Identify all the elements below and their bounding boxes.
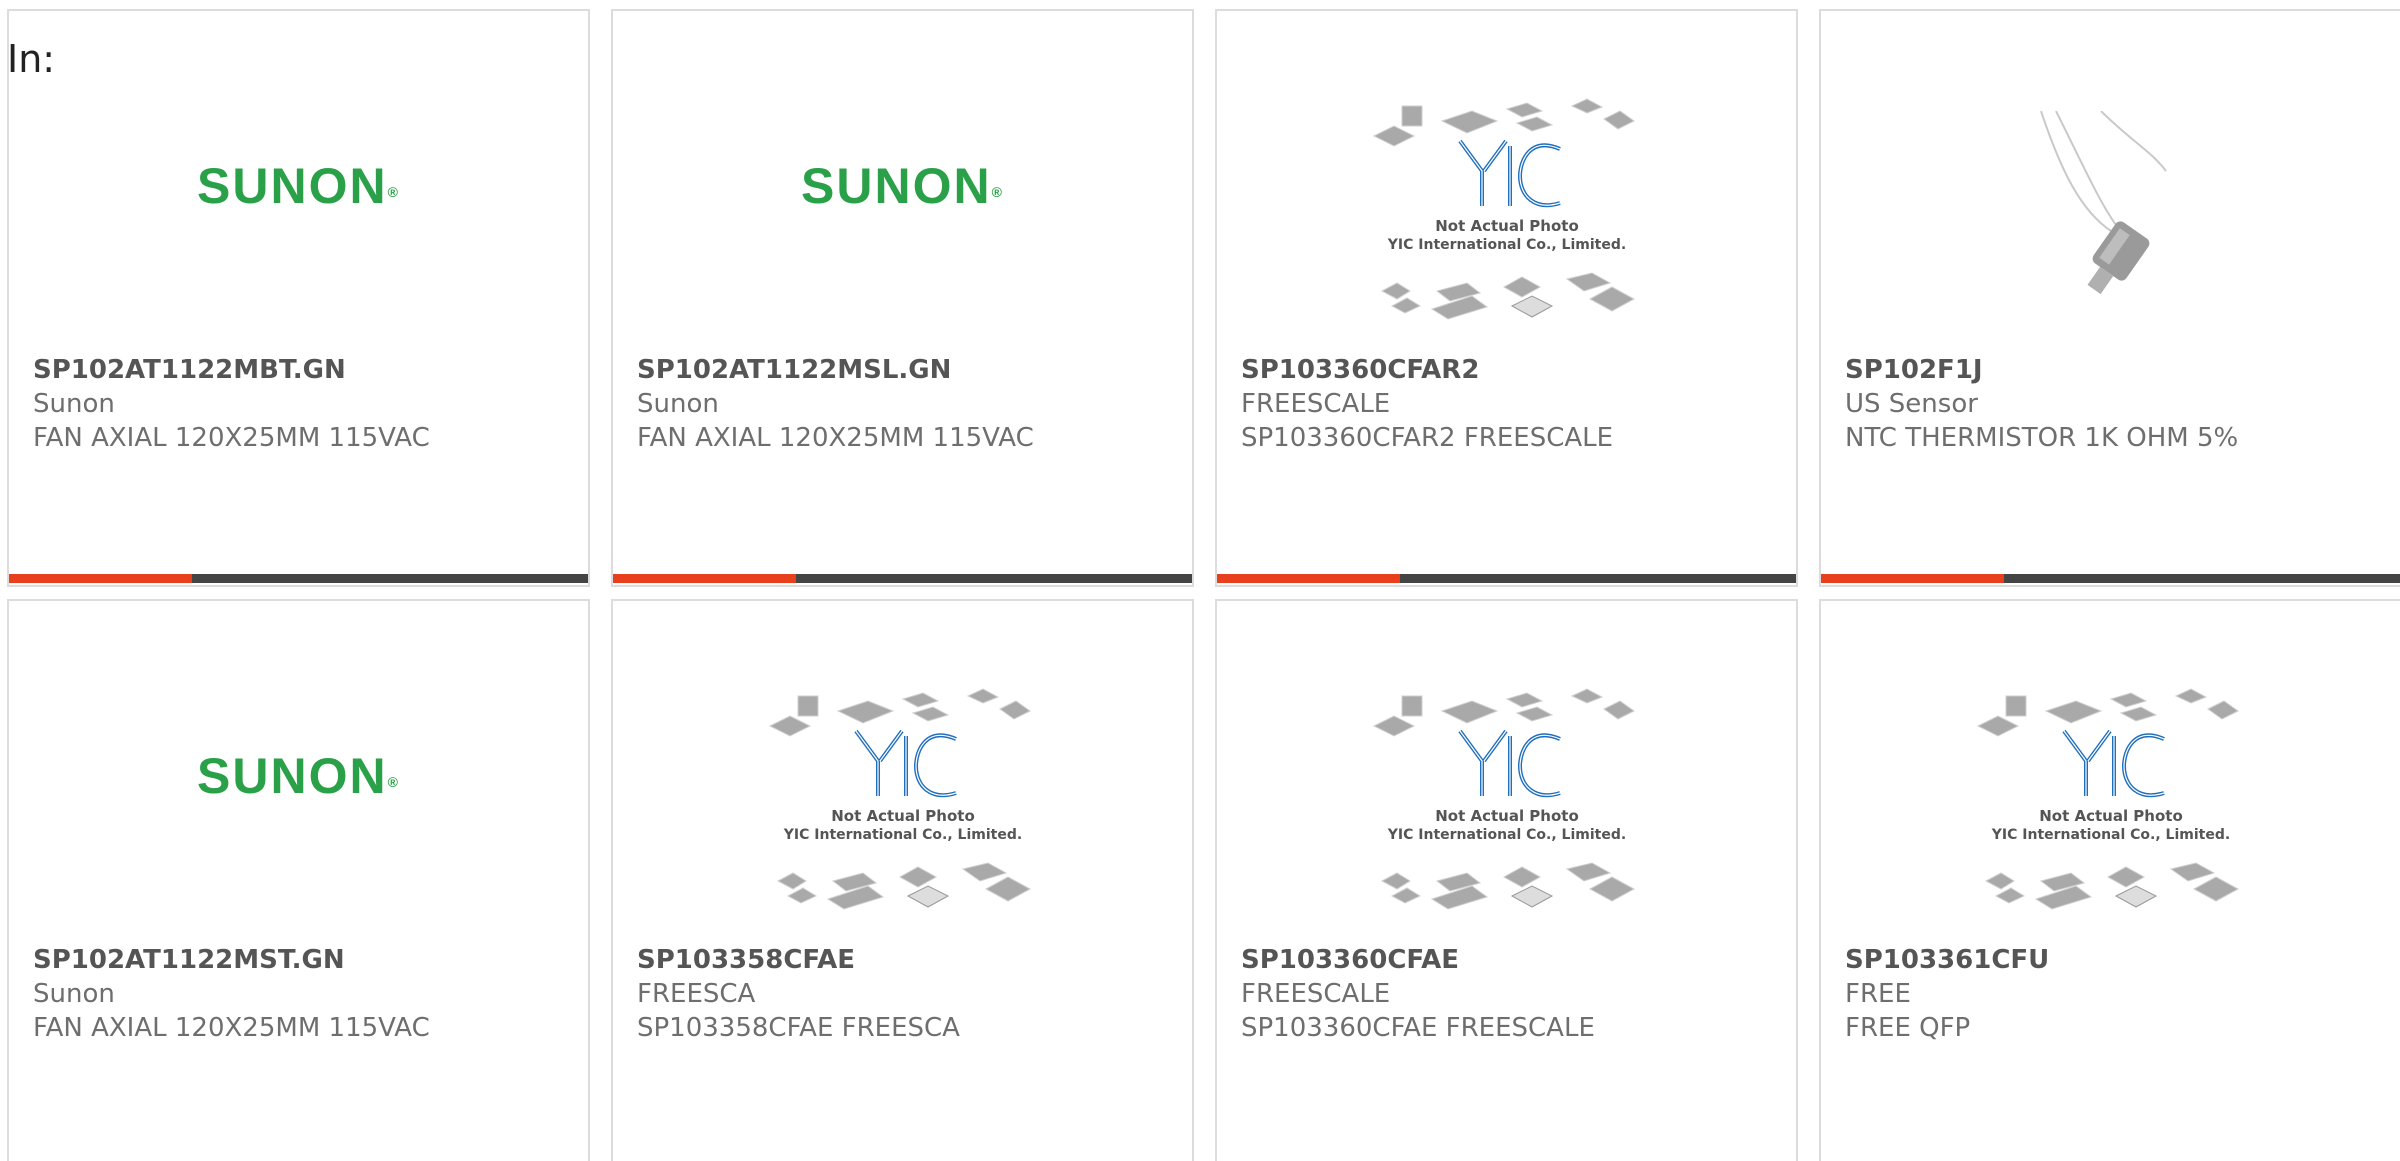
sunon-logo: SUNON® <box>197 748 400 804</box>
card-accent-bar <box>9 574 192 583</box>
manufacturer: FREESCALE <box>1241 979 1391 1009</box>
product-image[interactable]: Not Actual Photo YIC International Co., … <box>1217 71 1796 351</box>
product-card[interactable]: SUNON® SP102AT1122MBT.GN Sunon FAN AXIAL… <box>7 9 590 587</box>
manufacturer: Sunon <box>637 389 719 419</box>
product-card[interactable]: Not Actual Photo YIC International Co., … <box>1819 599 2400 1161</box>
product-image[interactable] <box>1821 71 2400 351</box>
placeholder-line2: YIC International Co., Limited. <box>1386 237 1625 253</box>
description: FAN AXIAL 120X25MM 115VAC <box>33 1013 430 1043</box>
placeholder-line2: YIC International Co., Limited. <box>782 827 1021 843</box>
yic-placeholder-image: Not Actual Photo YIC International Co., … <box>1372 98 1635 320</box>
product-info: SP102F1J US Sensor NTC THERMISTOR 1K OHM… <box>1845 353 2380 455</box>
part-number[interactable]: SP103358CFAE <box>637 943 1172 977</box>
product-image[interactable]: Not Actual Photo YIC International Co., … <box>1821 661 2400 941</box>
manufacturer: Sunon <box>33 979 115 1009</box>
product-card[interactable]: SUNON® SP102AT1122MST.GN Sunon FAN AXIAL… <box>7 599 590 1161</box>
manufacturer: FREESCALE <box>1241 389 1391 419</box>
product-card[interactable]: Not Actual Photo YIC International Co., … <box>611 599 1194 1161</box>
product-card[interactable]: Not Actual Photo YIC International Co., … <box>1215 599 1798 1161</box>
placeholder-line1: Not Actual Photo <box>1435 807 1579 825</box>
placeholder-line2: YIC International Co., Limited. <box>1386 827 1625 843</box>
description: NTC THERMISTOR 1K OHM 5% <box>1845 423 2239 453</box>
product-info: SP102AT1122MBT.GN Sunon FAN AXIAL 120X25… <box>33 353 568 455</box>
in-label: In: <box>7 37 56 81</box>
manufacturer: Sunon <box>33 389 115 419</box>
yic-placeholder-image: Not Actual Photo YIC International Co., … <box>1976 688 2239 910</box>
description: SP103358CFAE FREESCA <box>637 1013 960 1043</box>
description: FREE QFP <box>1845 1013 1971 1043</box>
description: SP103360CFAR2 FREESCALE <box>1241 423 1614 453</box>
product-info: SP103360CFAE FREESCALE SP103360CFAE FREE… <box>1241 943 1776 1045</box>
product-image[interactable]: SUNON® <box>9 661 588 941</box>
product-image[interactable]: Not Actual Photo YIC International Co., … <box>613 661 1192 941</box>
description: SP103360CFAE FREESCALE <box>1241 1013 1595 1043</box>
product-info: SP102AT1122MSL.GN Sunon FAN AXIAL 120X25… <box>637 353 1172 455</box>
part-number[interactable]: SP102AT1122MSL.GN <box>637 353 1172 387</box>
card-accent-bar <box>1821 574 2004 583</box>
part-number[interactable]: SP102F1J <box>1845 353 2380 387</box>
part-number[interactable]: SP103360CFAE <box>1241 943 1776 977</box>
part-number[interactable]: SP102AT1122MBT.GN <box>33 353 568 387</box>
placeholder-line1: Not Actual Photo <box>2039 807 2183 825</box>
description: FAN AXIAL 120X25MM 115VAC <box>637 423 1034 453</box>
placeholder-line1: Not Actual Photo <box>831 807 975 825</box>
product-grid-page: In: SUNON® SP102AT1122MBT.GN Sunon FAN A… <box>0 0 2400 1161</box>
part-number[interactable]: SP102AT1122MST.GN <box>33 943 568 977</box>
card-accent-bar <box>1217 574 1400 583</box>
product-image[interactable]: SUNON® <box>613 71 1192 351</box>
product-card[interactable]: SP102F1J US Sensor NTC THERMISTOR 1K OHM… <box>1819 9 2400 587</box>
card-bottom-bar <box>613 574 1192 583</box>
yic-placeholder-image: Not Actual Photo YIC International Co., … <box>768 688 1031 910</box>
sunon-logo: SUNON® <box>197 158 400 214</box>
part-number[interactable]: SP103360CFAR2 <box>1241 353 1776 387</box>
card-bottom-bar <box>1821 574 2400 583</box>
thermistor-image <box>2039 111 2167 295</box>
product-card[interactable]: SUNON® SP102AT1122MSL.GN Sunon FAN AXIAL… <box>611 9 1194 587</box>
product-info: SP103358CFAE FREESCA SP103358CFAE FREESC… <box>637 943 1172 1045</box>
sunon-logo: SUNON® <box>801 158 1004 214</box>
placeholder-line2: YIC International Co., Limited. <box>1990 827 2229 843</box>
placeholder-line1: Not Actual Photo <box>1435 217 1579 235</box>
yic-placeholder-image: Not Actual Photo YIC International Co., … <box>1372 688 1635 910</box>
manufacturer: FREESCA <box>637 979 756 1009</box>
product-card[interactable]: Not Actual Photo YIC International Co., … <box>1215 9 1798 587</box>
product-image[interactable]: Not Actual Photo YIC International Co., … <box>1217 661 1796 941</box>
card-accent-bar <box>613 574 796 583</box>
card-bottom-bar <box>9 574 588 583</box>
manufacturer: FREE <box>1845 979 1911 1009</box>
product-info: SP103360CFAR2 FREESCALE SP103360CFAR2 FR… <box>1241 353 1776 455</box>
description: FAN AXIAL 120X25MM 115VAC <box>33 423 430 453</box>
part-number[interactable]: SP103361CFU <box>1845 943 2380 977</box>
product-image[interactable]: SUNON® <box>9 71 588 351</box>
manufacturer: US Sensor <box>1845 389 1978 419</box>
product-info: SP102AT1122MST.GN Sunon FAN AXIAL 120X25… <box>33 943 568 1045</box>
card-bottom-bar <box>1217 574 1796 583</box>
product-info: SP103361CFU FREE FREE QFP <box>1845 943 2380 1045</box>
